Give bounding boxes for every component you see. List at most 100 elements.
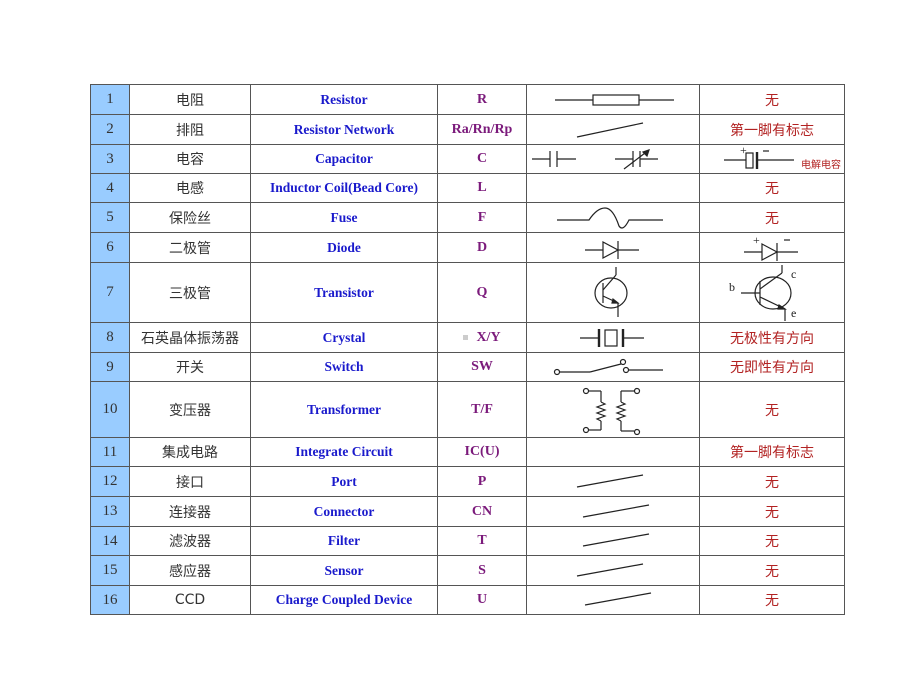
table-row: 14 滤波器 Filter T 无 bbox=[90, 526, 845, 556]
symbol-cell bbox=[526, 144, 700, 174]
symbol-cell bbox=[526, 496, 700, 527]
symbol-cell bbox=[526, 526, 700, 556]
placeholder-slash-icon bbox=[576, 121, 644, 138]
designator-code-text: X/Y bbox=[476, 329, 501, 345]
chinese-name: 感应器 bbox=[129, 555, 251, 586]
component-table: 1 电阻 Resistor R 无 2 排阻 Resistor Network … bbox=[90, 84, 845, 615]
note: 第一脚有标志 bbox=[699, 437, 845, 467]
row-number: 9 bbox=[90, 352, 130, 382]
note: 无 bbox=[699, 496, 845, 527]
chinese-name: 连接器 bbox=[129, 496, 251, 527]
english-name: Sensor bbox=[250, 555, 438, 586]
table-row: 5 保险丝 Fuse F 无 bbox=[90, 202, 845, 233]
row-number: 5 bbox=[90, 202, 130, 233]
table-row: 12 接口 Port P 无 bbox=[90, 466, 845, 497]
row-number: 1 bbox=[90, 84, 130, 115]
designator-code: X/Y bbox=[437, 322, 527, 353]
designator-code: Ra/Rn/Rp bbox=[437, 114, 527, 145]
resistor-symbol-icon bbox=[555, 93, 674, 106]
chinese-name: 二极管 bbox=[129, 232, 251, 263]
note: 无极性有方向 bbox=[699, 322, 845, 353]
chinese-name: 排阻 bbox=[129, 114, 251, 145]
english-name: Inductor Coil(Bead Core) bbox=[250, 173, 438, 203]
note: 无 bbox=[699, 84, 845, 115]
note: 无 bbox=[699, 526, 845, 556]
symbol-cell bbox=[526, 585, 700, 615]
row-number: 4 bbox=[90, 173, 130, 203]
row-number: 7 bbox=[90, 262, 130, 323]
chinese-name: 电阻 bbox=[129, 84, 251, 115]
symbol-cell bbox=[526, 352, 700, 382]
chinese-name: 接口 bbox=[129, 466, 251, 497]
fuse-symbol-icon bbox=[557, 206, 663, 229]
designator-code: T/F bbox=[437, 381, 527, 438]
chinese-name: 电感 bbox=[129, 173, 251, 203]
note: 无 bbox=[699, 202, 845, 233]
table-row: 15 感应器 Sensor S 无 bbox=[90, 555, 845, 586]
placeholder-slash-icon bbox=[584, 592, 652, 606]
table-row: 3 电容 Capacitor C + 电解电容 bbox=[90, 144, 845, 174]
note: 第一脚有标志 bbox=[699, 114, 845, 145]
english-name: Capacitor bbox=[250, 144, 438, 174]
table-row: 11 集成电路 Integrate Circuit IC(U) 第一脚有标志 bbox=[90, 437, 845, 467]
symbol-cell bbox=[526, 84, 700, 115]
placeholder-slash-icon bbox=[576, 562, 644, 577]
marker-icon bbox=[463, 334, 469, 340]
placeholder-slash-icon bbox=[576, 473, 644, 488]
note: 无 bbox=[699, 381, 845, 438]
note: b c e bbox=[699, 262, 845, 323]
designator-code: CN bbox=[437, 496, 527, 527]
diode-symbol-icon bbox=[585, 240, 639, 259]
row-number: 14 bbox=[90, 526, 130, 556]
symbol-cell bbox=[526, 437, 700, 467]
pin-c-label: c bbox=[791, 267, 796, 281]
designator-code: S bbox=[437, 555, 527, 586]
english-name: Charge Coupled Device bbox=[250, 585, 438, 615]
row-number: 6 bbox=[90, 232, 130, 263]
row-number: 2 bbox=[90, 114, 130, 145]
symbol-cell bbox=[526, 555, 700, 586]
note: + bbox=[699, 232, 845, 263]
chinese-name: 开关 bbox=[129, 352, 251, 382]
table-row: 7 三极管 Transistor Q b c e bbox=[90, 262, 845, 323]
table-row: 2 排阻 Resistor Network Ra/Rn/Rp 第一脚有标志 bbox=[90, 114, 845, 145]
symbol-cell bbox=[526, 466, 700, 497]
note: 无 bbox=[699, 466, 845, 497]
chinese-name: 滤波器 bbox=[129, 526, 251, 556]
row-number: 10 bbox=[90, 381, 130, 438]
english-name: Transistor bbox=[250, 262, 438, 323]
note: 无 bbox=[699, 585, 845, 615]
placeholder-slash-icon bbox=[582, 503, 650, 518]
english-name: Integrate Circuit bbox=[250, 437, 438, 467]
row-number: 16 bbox=[90, 585, 130, 615]
transformer-symbol-icon bbox=[582, 387, 641, 435]
row-number: 13 bbox=[90, 496, 130, 527]
symbol-cell bbox=[526, 232, 700, 263]
symbol-cell bbox=[526, 114, 700, 145]
chinese-name: CCD bbox=[129, 585, 251, 615]
note: 无 bbox=[699, 173, 845, 203]
transistor-symbol-icon bbox=[594, 266, 628, 317]
designator-code: C bbox=[437, 144, 527, 174]
transistor-bce-icon: b c e bbox=[729, 264, 796, 321]
designator-code: R bbox=[437, 84, 527, 115]
chinese-name: 变压器 bbox=[129, 381, 251, 438]
pin-b-label: b bbox=[729, 280, 735, 294]
table-row: 8 石英晶体振荡器 Crystal X/Y 无极性有方向 bbox=[90, 322, 845, 353]
table-row: 6 二极管 Diode D + bbox=[90, 232, 845, 263]
note: + 电解电容 bbox=[699, 144, 845, 174]
pin-e-label: e bbox=[791, 306, 796, 320]
table-row: 1 电阻 Resistor R 无 bbox=[90, 84, 845, 115]
switch-symbol-icon bbox=[553, 358, 663, 376]
designator-code: IC(U) bbox=[437, 437, 527, 467]
designator-code: P bbox=[437, 466, 527, 497]
english-name: Port bbox=[250, 466, 438, 497]
chinese-name: 保险丝 bbox=[129, 202, 251, 233]
english-name: Filter bbox=[250, 526, 438, 556]
polarized-diode-icon: + bbox=[744, 234, 798, 261]
designator-code: T bbox=[437, 526, 527, 556]
capacitor-symbol-icon bbox=[532, 149, 658, 170]
row-number: 11 bbox=[90, 437, 130, 467]
chinese-name: 集成电路 bbox=[129, 437, 251, 467]
table-row: 16 CCD Charge Coupled Device U 无 bbox=[90, 585, 845, 615]
